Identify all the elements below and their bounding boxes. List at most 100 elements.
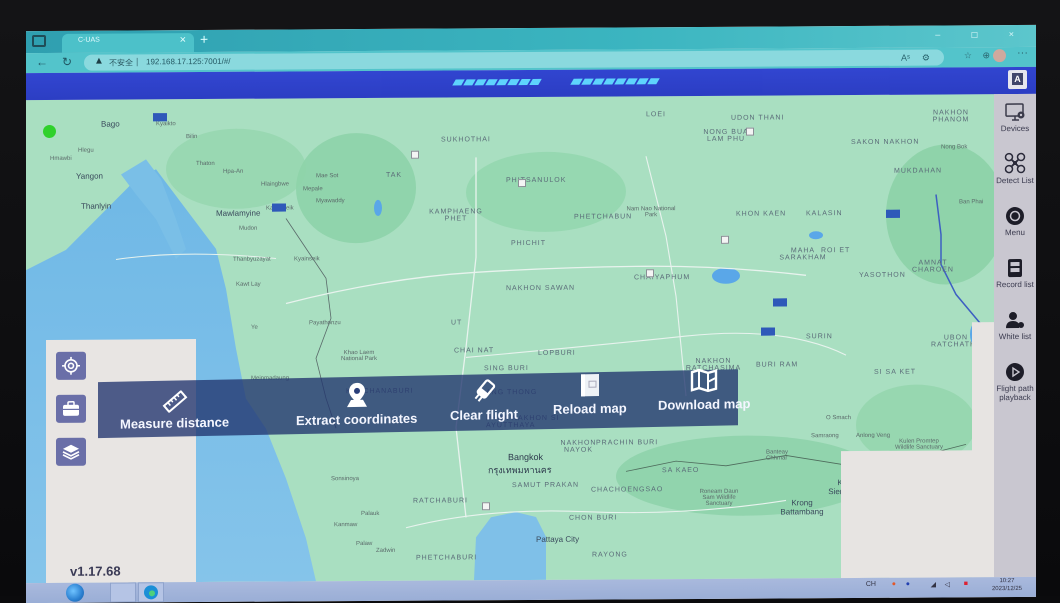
map-label: Thanlyin [81, 201, 112, 211]
map-label: Hlegu [78, 147, 94, 154]
window-controls[interactable]: – ◻ × [935, 29, 1028, 41]
measure-distance-button[interactable]: Measure distance [120, 389, 230, 432]
edge-icon [144, 585, 158, 600]
new-tab-button[interactable]: + [200, 31, 208, 47]
reload-map-button[interactable]: Reload map [553, 372, 627, 417]
network-icon[interactable]: ◢ [931, 581, 936, 589]
back-icon[interactable]: ← [36, 55, 48, 69]
url-text[interactable]: 192.168.17.125:7001/#/ [146, 57, 231, 67]
language-button[interactable]: A [1008, 69, 1027, 90]
tray-icon[interactable]: ● [892, 581, 896, 588]
drone-icon [1004, 152, 1026, 174]
sidebar-item-label: Detect List [996, 175, 1034, 186]
taskbar-app-explorer[interactable] [110, 582, 136, 603]
monitor-gear-icon [1005, 103, 1025, 121]
map-label: Bago [101, 119, 120, 129]
sidebar-item-record-list[interactable]: Record list [994, 258, 1036, 289]
gear-icon [1006, 207, 1024, 226]
refresh-icon[interactable]: ↻ [62, 55, 72, 69]
map-label: Kawt Lay [236, 281, 261, 288]
map-label: Ye [251, 324, 258, 331]
favorites-icon[interactable]: ☆ [964, 50, 972, 61]
map-label: SURIN [806, 333, 833, 341]
profile-avatar[interactable] [993, 49, 1006, 63]
extension-icon[interactable]: ⚙ [922, 53, 930, 64]
map-label: กรุงเทพมหานคร [488, 464, 552, 476]
eraser-icon [474, 379, 496, 402]
sidebar-item-flight-path-playback[interactable]: Flight path playback [994, 362, 1036, 402]
taskbar-app-edge[interactable] [138, 582, 164, 603]
read-aloud-icon[interactable]: Aˢ [901, 53, 910, 63]
map-label: RATCHABURI [413, 497, 468, 505]
map-label: SA KAEO [662, 466, 700, 475]
tool-label: Measure distance [120, 414, 230, 432]
locate-button[interactable] [56, 351, 86, 380]
connection-status-dot [43, 124, 56, 138]
warning-icon[interactable]: ▲ [94, 56, 104, 67]
map-label: O Smach [826, 415, 852, 422]
right-sidebar: Devices Detect List Menu Record list Whi… [994, 93, 1036, 578]
sidebar-item-label: Devices [1000, 123, 1030, 134]
app-version: v1.17.68 [70, 563, 121, 579]
highway-shield [886, 209, 900, 218]
tray-icon[interactable]: ● [906, 581, 910, 588]
tool-label: Reload map [553, 400, 627, 417]
highway-shield [411, 150, 419, 159]
app: A Bago Yangon Thanlyin Mawlamyine Hlegu … [26, 66, 1036, 584]
input-language[interactable]: CH [866, 581, 876, 588]
sidebar-item-detect-list[interactable]: Detect List [994, 152, 1036, 185]
map-label: Mudon [239, 225, 258, 232]
tab-actions-icon[interactable] [32, 34, 46, 48]
sidebar-item-label: Menu [1004, 227, 1025, 238]
sidebar-item-devices[interactable]: Devices [994, 102, 1036, 133]
layers-button[interactable] [56, 437, 86, 466]
start-button[interactable] [66, 583, 84, 602]
map-label: Ban Phai [959, 199, 984, 206]
sidebar-item-label: Flight path playback [996, 383, 1034, 403]
map-label: Kulen Promtep Wildlife Sanctuary [894, 438, 944, 451]
map-label: YASOTHON [859, 271, 906, 279]
url-divider: | [136, 56, 139, 67]
map-label: SAMUT PRAKAN [512, 481, 580, 490]
map-label: Anlong Veng [856, 432, 891, 440]
highway-shield [272, 203, 286, 212]
map-label: NAKHON PHANOM [932, 109, 970, 124]
map-label: Samraong [811, 433, 839, 440]
map-label: AMNAT CHAROEN [911, 259, 954, 274]
action-center-icon[interactable]: ■ [964, 580, 968, 587]
tool-label: Extract coordinates [296, 410, 418, 429]
collections-icon[interactable]: ⊕ [982, 50, 990, 61]
highway-shield [721, 235, 729, 244]
map-label: Thaton [196, 160, 215, 168]
tab-close-icon[interactable]: × [180, 34, 186, 46]
browser-tab[interactable]: C-UAS × [62, 33, 194, 53]
map-label: BURI RAM [756, 361, 799, 369]
sidebar-item-white-list[interactable]: White list [994, 310, 1036, 341]
sidebar-item-menu[interactable]: Menu [994, 206, 1036, 237]
more-menu-icon[interactable]: ··· [1017, 47, 1028, 59]
map-label: LOPBURI [538, 349, 576, 357]
crosshair-icon [62, 356, 80, 375]
toolbox-button[interactable] [56, 394, 86, 423]
map-download-icon [691, 368, 718, 393]
clear-flight-button[interactable]: Clear flight [450, 378, 518, 423]
highway-shield [646, 269, 654, 278]
map-label: Myawaddy [316, 198, 345, 205]
download-map-button[interactable]: Download map [658, 367, 750, 413]
map-label: CHACHOENGSAO [591, 486, 664, 494]
gulf-of-thailand [474, 512, 546, 581]
reload-map-icon [580, 374, 599, 397]
map-label: NAKHON SAWAN [506, 284, 576, 293]
database-icon [1008, 259, 1022, 278]
map-label: Payathonzu [309, 320, 341, 327]
extract-coordinates-button[interactable]: Extract coordinates [296, 380, 417, 428]
user-add-icon [1006, 312, 1024, 329]
map-label: CHAI NAT [454, 347, 495, 355]
volume-icon[interactable]: ◁ [945, 580, 950, 588]
taskbar-clock[interactable]: 10:27 2023/12/25 [992, 577, 1022, 593]
header-decoration-left [452, 78, 542, 87]
ruler-icon [162, 390, 187, 413]
map-label: UT [451, 319, 463, 327]
insecure-label[interactable]: 不安全 [109, 57, 133, 68]
highway-shield [482, 502, 490, 511]
